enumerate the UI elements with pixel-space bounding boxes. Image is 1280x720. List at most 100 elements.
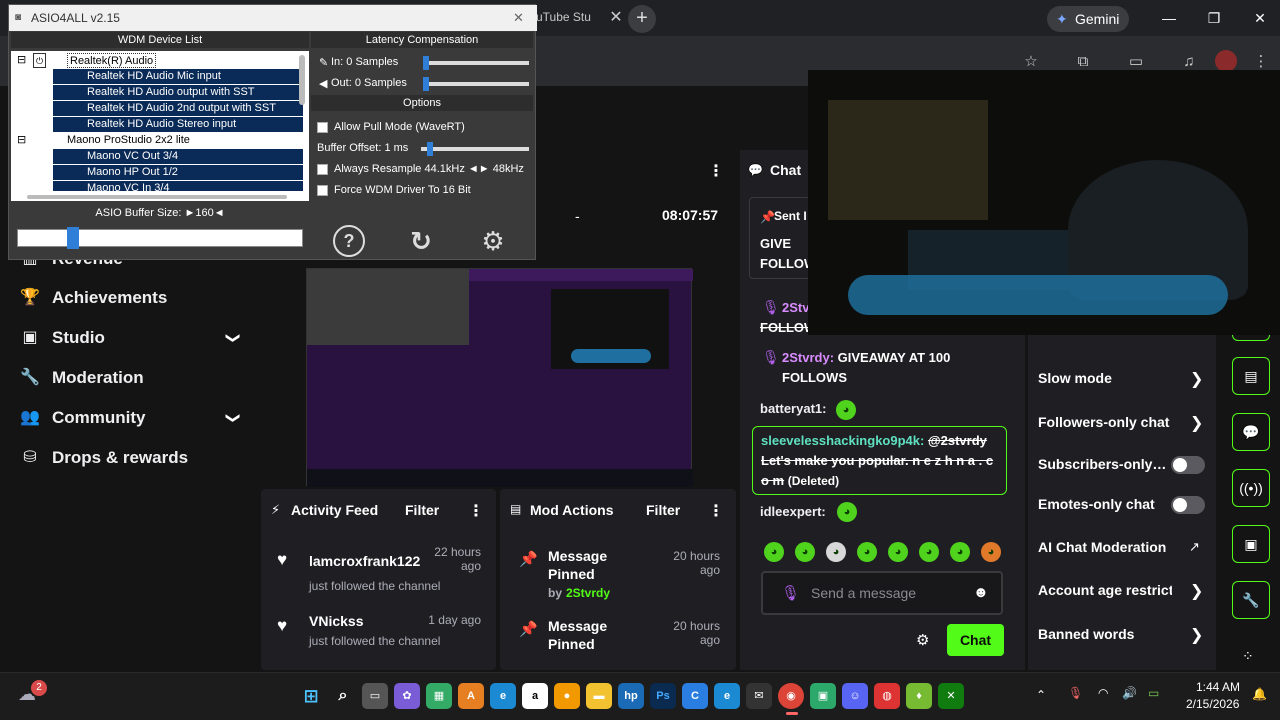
device-item[interactable]: Maono VC In 3/4	[53, 181, 303, 191]
chat-username[interactable]: 2Stv	[782, 298, 809, 318]
sidebar-item-community[interactable]: 👥 Community ❯	[20, 403, 250, 433]
reset-icon[interactable]: ↻	[405, 225, 437, 257]
tree-collapse-icon[interactable]: ⊟	[17, 53, 26, 68]
copilot-icon[interactable]: ✿	[394, 683, 420, 709]
edge-icon[interactable]: e	[490, 683, 516, 709]
external-link-icon[interactable]: ↗	[1189, 539, 1200, 555]
checkbox[interactable]	[317, 163, 328, 175]
emote-icon[interactable]: ◕	[950, 542, 970, 562]
wrench-icon[interactable]: 🔧	[1232, 581, 1270, 619]
battery-icon[interactable]: ▭	[1148, 686, 1159, 700]
chevron-down-icon[interactable]: ❯	[219, 332, 249, 344]
chevron-down-icon[interactable]: ❯	[219, 412, 249, 424]
emote-icon[interactable]: ◕	[981, 542, 1001, 562]
wifi-icon[interactable]: ◠	[1098, 686, 1108, 700]
clock-time[interactable]: 1:44 AM	[1196, 680, 1240, 694]
emote-icon[interactable]: ◕	[795, 542, 815, 562]
device-item[interactable]: Maono VC Out 3/4	[53, 149, 303, 164]
search-icon[interactable]: ⌕	[330, 683, 356, 709]
emote-icon[interactable]: ◕	[826, 542, 846, 562]
mod-action-user[interactable]: 2Stvrdy	[566, 586, 610, 600]
app-icon[interactable]: C	[682, 683, 708, 709]
settings-gear-icon[interactable]: ⚙	[477, 225, 509, 257]
chat-bubble-icon[interactable]: 💬	[1232, 413, 1270, 451]
device-item[interactable]: Maono ProStudio 2x2 lite	[67, 133, 190, 148]
setting-followers-only[interactable]: Followers-only chat	[1038, 410, 1208, 434]
checkbox[interactable]	[317, 184, 328, 196]
tray-overflow-icon[interactable]: ⌃	[1036, 688, 1046, 702]
asio-close-icon[interactable]: ✕	[513, 5, 524, 31]
pinned-message[interactable]: 📌 Sent I GIVE FOLLOW	[749, 197, 816, 279]
more-options-icon[interactable]: ⋮	[708, 161, 724, 181]
chat-username[interactable]: batteryat1:	[760, 399, 826, 419]
notifications-icon[interactable]: 🔔	[1252, 687, 1267, 701]
broadcast-icon[interactable]: ((•))	[1232, 469, 1270, 507]
latency-out-slider[interactable]	[423, 77, 529, 91]
hp-icon[interactable]: hp	[618, 683, 644, 709]
volume-icon[interactable]: 🔊	[1122, 686, 1137, 700]
app-icon[interactable]: ▣	[810, 683, 836, 709]
start-icon[interactable]: ⊞	[298, 683, 324, 709]
clock-date[interactable]: 2/15/2026	[1186, 697, 1239, 711]
task-view-icon[interactable]: ▭	[362, 683, 388, 709]
sidebar-item-moderation[interactable]: 🔧 Moderation	[20, 363, 250, 393]
chat-username[interactable]: 2Stvrdy:	[782, 350, 834, 365]
chevron-right-icon[interactable]: ❯	[1190, 369, 1203, 389]
app-icon[interactable]: ●	[554, 683, 580, 709]
setting-ai-moderation[interactable]: AI Chat Moderation	[1038, 535, 1208, 559]
device-list[interactable]: ⊟ ⏻ Realtek(R) Audio Realtek HD Audio Mi…	[11, 51, 309, 201]
buffer-size-thumb[interactable]	[67, 227, 79, 249]
notes-icon[interactable]: ▤	[1232, 357, 1270, 395]
device-item[interactable]: Realtek HD Audio Mic input	[53, 69, 303, 84]
store-icon[interactable]: ▦	[426, 683, 452, 709]
help-icon[interactable]: ?	[333, 225, 365, 257]
tree-collapse-icon[interactable]: ⊟	[17, 133, 26, 148]
chat-username[interactable]: idleexpert:	[760, 502, 826, 522]
chevron-right-icon[interactable]: ❯	[1190, 625, 1203, 645]
emotes-only-toggle[interactable]	[1171, 496, 1205, 514]
edge-icon[interactable]: e	[714, 683, 740, 709]
emote-icon[interactable]: ◕	[919, 542, 939, 562]
photoshop-icon[interactable]: Ps	[650, 683, 676, 709]
pull-mode-option[interactable]: Allow Pull Mode (WaveRT)	[317, 121, 465, 133]
tab-close-icon[interactable]: ✕	[604, 6, 628, 30]
force-16bit-option[interactable]: Force WDM Driver To 16 Bit	[317, 184, 471, 196]
device-list-hscrollbar[interactable]	[27, 195, 287, 199]
new-tab-button[interactable]: +	[628, 5, 656, 33]
activity-feed-filter-button[interactable]: Filter	[405, 502, 439, 518]
device-power-icon[interactable]: ⏻	[33, 53, 47, 68]
emote-icon[interactable]: ◕	[857, 542, 877, 562]
profile-avatar[interactable]	[1215, 50, 1237, 72]
highlighted-message[interactable]: sleevelesshackingko9p4k: @2stvrdy Let's …	[752, 426, 1007, 495]
device-item[interactable]: Realtek(R) Audio	[67, 53, 157, 68]
stream-preview[interactable]	[306, 268, 693, 487]
browser-tab-title[interactable]: uTube Stu	[536, 10, 591, 24]
app-icon[interactable]: ◍	[874, 683, 900, 709]
setting-slow-mode[interactable]: Slow mode	[1038, 366, 1208, 390]
app-icon[interactable]: A	[458, 683, 484, 709]
follower-name[interactable]: VNickss	[309, 613, 363, 629]
sidebar-item-studio[interactable]: ▣ Studio ❯	[20, 323, 250, 353]
minimize-icon[interactable]: —	[1154, 6, 1184, 30]
latency-in-slider[interactable]	[423, 56, 529, 70]
device-item[interactable]: Realtek HD Audio Stereo input	[53, 117, 303, 132]
setting-banned-words[interactable]: Banned words	[1038, 622, 1208, 646]
more-options-icon[interactable]: ⋮	[708, 501, 724, 521]
dots-icon[interactable]: ⁘	[1242, 648, 1254, 665]
chevron-right-icon[interactable]: ❯	[1190, 581, 1203, 601]
device-list-scrollbar[interactable]	[299, 55, 305, 105]
subscribers-only-toggle[interactable]	[1171, 456, 1205, 474]
video-camera-icon[interactable]: ▣	[1232, 525, 1270, 563]
gear-icon[interactable]: ⚙	[916, 631, 929, 649]
device-item[interactable]: Realtek HD Audio output with SST	[53, 85, 303, 100]
emote-icon[interactable]: ◕	[888, 542, 908, 562]
discord-icon[interactable]: ☺	[842, 683, 868, 709]
app-icon[interactable]: ♦	[906, 683, 932, 709]
microphone-icon[interactable]: 🎙	[1068, 686, 1083, 700]
more-options-icon[interactable]: ⋮	[468, 501, 484, 521]
rail-button[interactable]	[1232, 335, 1270, 341]
window-close-icon[interactable]: ✕	[1245, 6, 1275, 30]
gemini-button[interactable]: ✦ Gemini	[1047, 6, 1129, 32]
buffer-offset-slider[interactable]	[421, 142, 529, 156]
setting-account-age[interactable]: Account age restriction	[1038, 578, 1172, 602]
